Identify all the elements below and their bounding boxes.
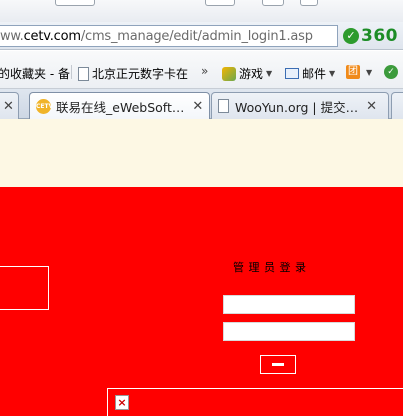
game-icon [222, 66, 236, 81]
toolbar-strip-top [0, 0, 403, 22]
broken-image-icon: × [115, 395, 129, 410]
toolbar-button-fragment[interactable] [262, 0, 284, 6]
brand-text: 360 [361, 26, 398, 46]
url-prefix: ww. [0, 29, 24, 44]
bottom-frame [107, 388, 403, 416]
tab-next[interactable] [391, 92, 403, 119]
lock-icon: ✓ [384, 65, 398, 79]
favorite-label: 的收藏夹 - 备 [0, 67, 70, 81]
page-icon [218, 99, 229, 113]
url-text: ww.cetv.com/cms_manage/edit/admin_login1… [0, 29, 313, 44]
favorites-bar: 的收藏夹 - 备 北京正元数字卡在 » 游戏 ▼ 邮件 ▼ 团 ▼ ✓ ▼ [0, 51, 403, 89]
chevron-down-icon: ▼ [266, 69, 273, 78]
close-tab-icon[interactable]: ✕ [192, 99, 203, 114]
username-input[interactable] [223, 295, 355, 314]
left-panel-frame [0, 266, 49, 310]
url-field[interactable]: ww.cetv.com/cms_manage/edit/admin_login1… [0, 25, 338, 47]
button-glyph [272, 363, 284, 366]
url-host: cetv.com [23, 29, 81, 44]
check-icon: ✓ [343, 28, 359, 44]
favorite-item-group-buy[interactable]: 团 ▼ [346, 65, 372, 79]
page-icon [78, 66, 89, 81]
favorite-item-favorites-backup[interactable]: 的收藏夹 - 备 [0, 65, 70, 82]
login-title: 管理员登录 [233, 261, 311, 274]
login-button[interactable] [260, 355, 296, 374]
favorite-item-security[interactable]: ✓ ▼ [384, 65, 403, 79]
favorite-item-beijing-zhengyuan[interactable]: 北京正元数字卡在 [78, 65, 188, 82]
address-bar: ww.cetv.com/cms_manage/edit/admin_login1… [0, 22, 403, 50]
chevron-down-icon: ▼ [366, 67, 373, 77]
url-path: /cms_manage/edit/admin_login1.asp [80, 29, 313, 44]
chevron-more-icon[interactable]: » [201, 64, 208, 78]
tab-ewebsoft[interactable]: CETV 联易在线_eWebSoft… ✕ [29, 92, 210, 120]
chevron-down-icon: ▼ [329, 69, 336, 78]
toolbar-button-fragment[interactable] [300, 0, 318, 6]
close-tab-icon[interactable]: ✕ [366, 99, 377, 114]
password-input[interactable] [223, 322, 355, 341]
separator [71, 65, 72, 79]
header-banner [0, 119, 403, 187]
favorite-item-mail[interactable]: 邮件 ▼ [285, 65, 335, 82]
favorite-label: 游戏 [239, 67, 264, 81]
tab-bar: ✕ CETV 联易在线_eWebSoft… ✕ WooYun.org | 提交…… [0, 89, 403, 120]
group-buy-icon: 团 [346, 65, 360, 79]
tab-previous[interactable]: ✕ [0, 92, 19, 119]
tab-wooyun[interactable]: WooYun.org | 提交… ✕ [211, 92, 389, 119]
close-tab-icon[interactable]: ✕ [3, 99, 14, 114]
cetv-favicon-icon: CETV [36, 99, 53, 114]
tab-label: WooYun.org | 提交… [235, 99, 359, 115]
favorite-item-games[interactable]: 游戏 ▼ [222, 65, 272, 82]
browser-360-logo[interactable]: ✓ 360 [343, 26, 398, 46]
tab-label: 联易在线_eWebSoft… [56, 100, 185, 115]
favorite-label: 北京正元数字卡在 [92, 67, 189, 81]
toolbar-button-fragment[interactable] [55, 0, 95, 6]
page-content: 管理员登录 × [0, 119, 403, 416]
mail-icon [285, 68, 299, 79]
toolbar-button-fragment[interactable] [205, 0, 235, 6]
favorite-label: 邮件 [302, 67, 327, 81]
